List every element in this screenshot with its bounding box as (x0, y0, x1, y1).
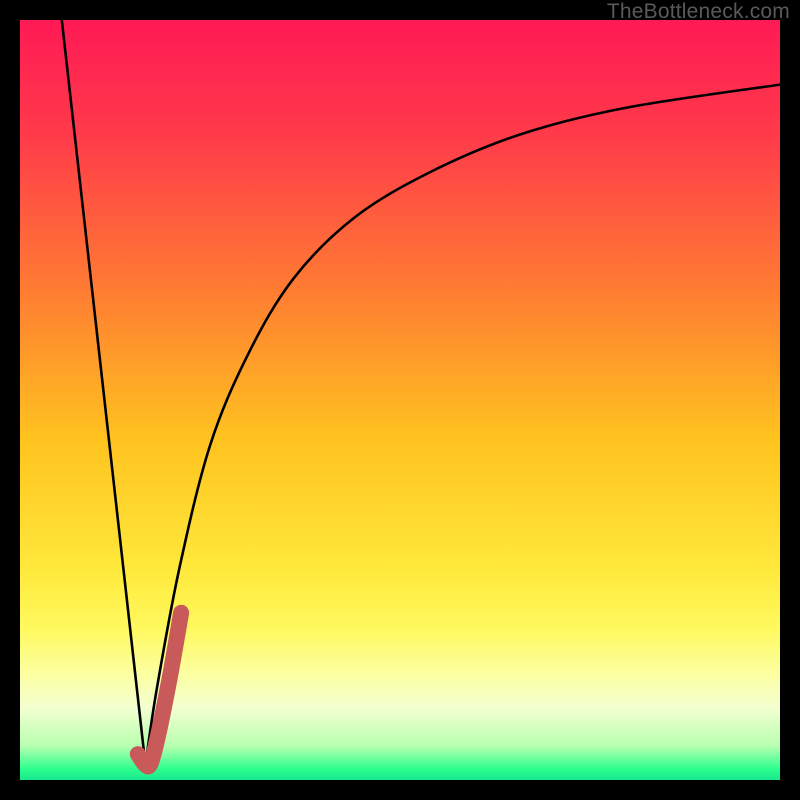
chart-frame: TheBottleneck.com (0, 0, 800, 800)
watermark-text: TheBottleneck.com (607, 0, 790, 24)
curve-left-branch (62, 20, 146, 765)
curve-layer (20, 20, 780, 780)
curve-right-branch (145, 85, 780, 765)
plot-area (20, 20, 780, 780)
